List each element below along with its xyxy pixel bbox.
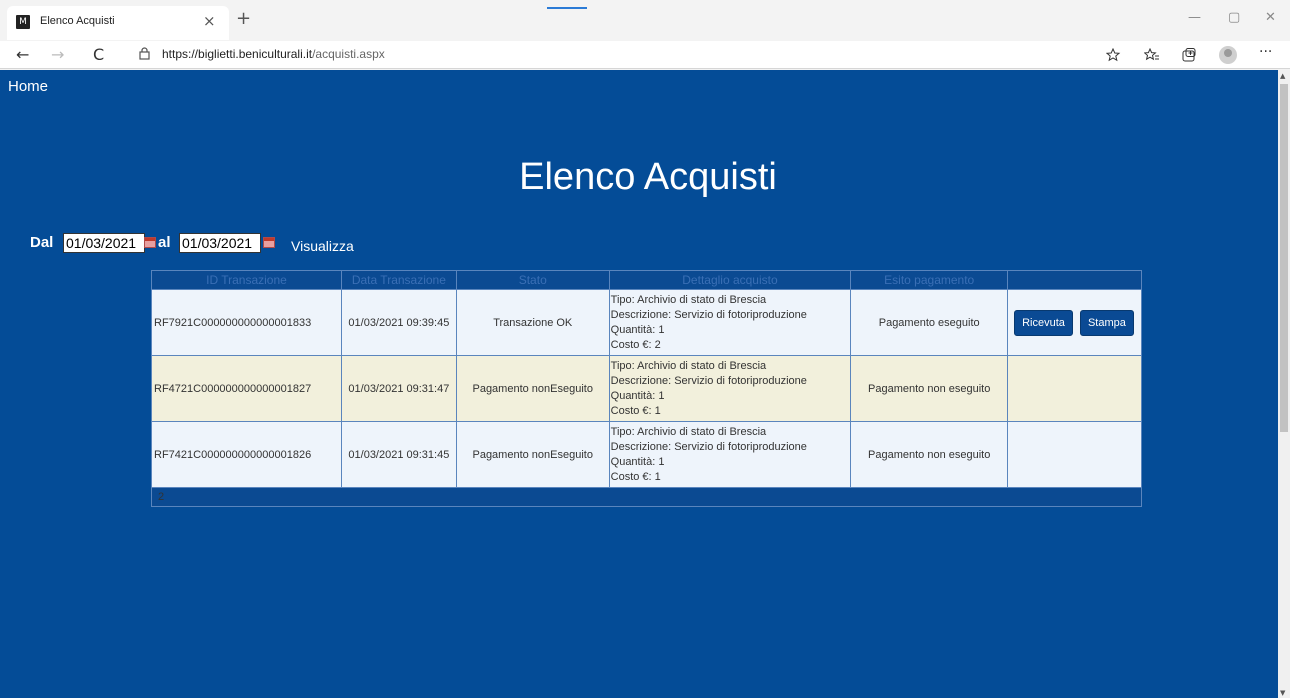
from-date-input[interactable]: 01/03/2021	[63, 233, 145, 253]
to-calendar-icon[interactable]	[263, 237, 275, 248]
page-title: Elenco Acquisti	[519, 156, 777, 198]
close-window-icon[interactable]: ✕	[1265, 10, 1276, 25]
back-arrow-icon[interactable]: ←	[16, 45, 29, 64]
cell-actions	[1007, 421, 1142, 488]
ricevuta-button[interactable]: Ricevuta	[1014, 309, 1073, 336]
scroll-down-icon[interactable]: ▼	[1280, 689, 1285, 697]
header-esito: Esito pagamento	[850, 270, 1009, 290]
browser-toolbar: ← → C https://biglietti.beniculturali.it…	[0, 41, 1290, 69]
table-header-row: ID Transazione Data Transazione Stato De…	[151, 270, 1142, 290]
detail-quantita: Quantità: 1	[610, 323, 665, 336]
forward-arrow-icon[interactable]: →	[51, 45, 64, 64]
detail-tipo: Tipo: Archivio di stato di Brescia	[610, 425, 767, 438]
detail-tipo: Tipo: Archivio di stato di Brescia	[610, 359, 767, 372]
header-data: Data Transazione	[340, 270, 457, 290]
cell-actions	[1007, 355, 1142, 422]
cell-dettaglio: Tipo: Archivio di stato di Brescia Descr…	[608, 421, 852, 488]
tab-title: Elenco Acquisti	[40, 15, 115, 27]
cell-data: 01/03/2021 09:39:45	[340, 289, 457, 356]
home-link[interactable]: Home	[8, 78, 48, 95]
collections-icon[interactable]	[1181, 47, 1197, 63]
favorite-star-icon[interactable]	[1106, 48, 1122, 62]
purchases-table: ID Transazione Data Transazione Stato De…	[151, 270, 1142, 507]
page-scrollbar[interactable]: ▲ ▼	[1278, 70, 1290, 698]
from-calendar-icon[interactable]	[144, 237, 156, 248]
header-id: ID Transazione	[151, 270, 342, 290]
more-menu-icon[interactable]: ···	[1259, 44, 1272, 60]
detail-quantita: Quantità: 1	[610, 455, 665, 468]
detail-quantita: Quantità: 1	[610, 389, 665, 402]
cell-dettaglio: Tipo: Archivio di stato di Brescia Descr…	[608, 289, 852, 356]
scroll-thumb[interactable]	[1280, 84, 1288, 432]
cell-stato: Transazione OK	[455, 289, 610, 356]
detail-descrizione: Descrizione: Servizio di fotoriproduzion…	[610, 308, 807, 321]
maximize-icon[interactable]: ▢	[1228, 10, 1240, 25]
header-dettaglio: Dettaglio acquisto	[608, 270, 852, 290]
cell-id: RF4721C000000000000001827	[151, 355, 342, 422]
cell-data: 01/03/2021 09:31:45	[340, 421, 457, 488]
minimize-icon[interactable]: —	[1188, 10, 1201, 25]
header-actions	[1007, 270, 1142, 290]
visualizza-link[interactable]: Visualizza	[291, 238, 354, 254]
cell-dettaglio: Tipo: Archivio di stato di Brescia Descr…	[608, 355, 852, 422]
refresh-icon[interactable]: C	[93, 45, 104, 64]
cell-id: RF7921C000000000000001833	[151, 289, 342, 356]
detail-costo: Costo €: 1	[610, 470, 661, 483]
new-tab-icon[interactable]: +	[236, 10, 251, 28]
profile-avatar[interactable]	[1219, 46, 1237, 64]
table-row: RF7921C000000000000001833 01/03/2021 09:…	[151, 289, 1142, 356]
table-row: RF4721C000000000000001827 01/03/2021 09:…	[151, 355, 1142, 422]
tab-close-icon[interactable]: ×	[203, 12, 216, 30]
detail-costo: Costo €: 2	[610, 338, 661, 351]
detail-descrizione: Descrizione: Servizio di fotoriproduzion…	[610, 374, 807, 387]
browser-tabstrip: M Elenco Acquisti × + — ▢ ✕	[0, 0, 1290, 41]
cell-data: 01/03/2021 09:31:47	[340, 355, 457, 422]
cell-esito: Pagamento non eseguito	[850, 355, 1009, 422]
table-row: RF7421C000000000000001826 01/03/2021 09:…	[151, 421, 1142, 488]
from-label: Dal	[30, 234, 54, 251]
site-favicon-icon: M	[16, 15, 30, 29]
to-date-input[interactable]: 01/03/2021	[179, 233, 261, 253]
loading-indicator	[547, 7, 587, 9]
cell-stato: Pagamento nonEseguito	[455, 421, 610, 488]
scroll-up-icon[interactable]: ▲	[1280, 72, 1285, 80]
pager-row: 2	[151, 487, 1142, 507]
cell-actions: Ricevuta Stampa	[1007, 289, 1142, 356]
stampa-button[interactable]: Stampa	[1079, 309, 1134, 336]
lock-icon[interactable]	[139, 47, 150, 60]
cell-esito: Pagamento non eseguito	[850, 421, 1009, 488]
browser-tab-active[interactable]: M Elenco Acquisti ×	[7, 6, 229, 40]
detail-tipo: Tipo: Archivio di stato di Brescia	[610, 293, 767, 306]
detail-descrizione: Descrizione: Servizio di fotoriproduzion…	[610, 440, 807, 453]
favorites-list-icon[interactable]	[1144, 48, 1160, 62]
header-stato: Stato	[455, 270, 610, 290]
page-body: Home Elenco Acquisti Dal 01/03/2021 al 0…	[0, 70, 1278, 698]
pager-page-link[interactable]: 2	[151, 487, 1142, 507]
to-label: al	[158, 234, 171, 251]
cell-id: RF7421C000000000000001826	[151, 421, 342, 488]
cell-stato: Pagamento nonEseguito	[455, 355, 610, 422]
address-bar-url[interactable]: https://biglietti.beniculturali.it/acqui…	[162, 47, 385, 61]
cell-esito: Pagamento eseguito	[850, 289, 1009, 356]
detail-costo: Costo €: 1	[610, 404, 661, 417]
